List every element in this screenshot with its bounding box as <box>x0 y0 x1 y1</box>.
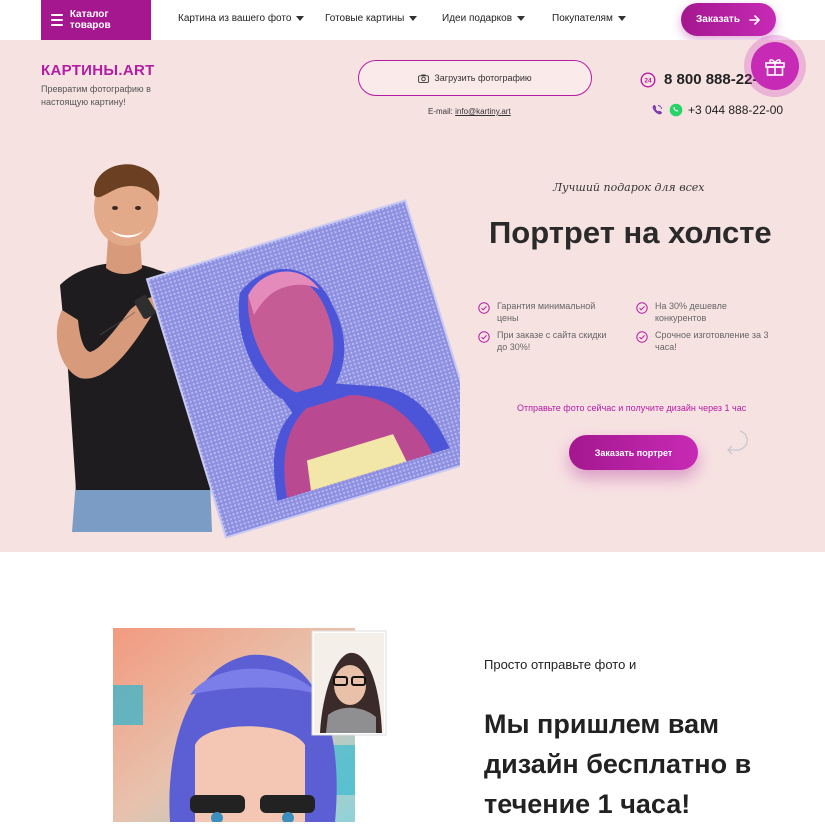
caret-down-icon <box>409 16 418 21</box>
feature-text: При заказе с сайта скидки до 30%! <box>497 330 607 352</box>
order-portrait-button[interactable]: Заказать портрет <box>569 435 698 470</box>
feature-text: Гарантия минимальной цены <box>497 301 596 323</box>
email-row: E-mail: info@kartiny.art <box>428 107 511 116</box>
caret-down-icon <box>517 16 526 21</box>
hero-title: Портрет на холсте <box>489 215 772 250</box>
nav-item-buyers[interactable]: Покупателям <box>552 13 626 24</box>
curved-arrow-icon <box>727 430 748 455</box>
order-label: Заказать <box>696 14 740 25</box>
check-icon <box>636 302 648 314</box>
email-label: E-mail: <box>428 107 453 116</box>
caret-down-icon <box>617 16 626 21</box>
feature-item: Срочное изготовление за 3 часа! <box>636 329 774 353</box>
nav-item-photo-painting[interactable]: Картина из вашего фото <box>178 13 305 24</box>
original-photo-thumbnail <box>311 630 387 736</box>
order-button[interactable]: Заказать <box>681 3 776 36</box>
section-lead: Просто отправьте фото и <box>484 657 637 672</box>
phone-24-icon: 24 <box>640 71 656 88</box>
email-link[interactable]: info@kartiny.art <box>455 107 511 116</box>
hero-subtitle: Лучший подарок для всех <box>553 181 705 194</box>
feature-item: На 30% дешевле конкурентов <box>636 300 774 324</box>
art-preview-image <box>113 628 387 822</box>
check-icon <box>478 331 490 343</box>
section-title: Мы пришлем вам дизайн бесплатно в течени… <box>484 709 752 819</box>
catalog-menu-button[interactable]: Каталог товаров <box>41 0 151 40</box>
check-icon <box>478 302 490 314</box>
gift-button-inner <box>751 42 799 90</box>
badge-24-text: 24 <box>644 77 652 84</box>
feature-item: При заказе с сайта скидки до 30%! <box>478 329 616 353</box>
upload-photo-button[interactable]: Загрузить фотографию <box>358 60 592 96</box>
nav-item-label: Покупателям <box>552 13 613 24</box>
send-photo-note: Отправьте фото сейчас и получите дизайн … <box>517 403 747 413</box>
nav-item-label: Идеи подарков <box>442 13 513 24</box>
nav-item-ready-paintings[interactable]: Готовые картины <box>325 13 418 24</box>
site-logo[interactable]: КАРТИНЫ.ART <box>41 62 155 79</box>
hero-illustration <box>56 164 460 539</box>
feature-text: На 30% дешевле конкурентов <box>655 301 727 323</box>
gift-button[interactable] <box>744 35 806 97</box>
gift-icon <box>765 59 785 76</box>
camera-icon <box>418 74 430 83</box>
nav-item-label: Картина из вашего фото <box>178 13 292 24</box>
check-icon <box>636 331 648 343</box>
arrow-right-icon <box>749 14 760 25</box>
catalog-label: Каталог товаров <box>69 9 111 31</box>
tagline: Превратим фотографию в настоящую картину… <box>41 84 151 107</box>
feature-item: Гарантия минимальной цены <box>478 300 616 324</box>
upload-label: Загрузить фотографию <box>434 73 532 83</box>
feature-text: Срочное изготовление за 3 часа! <box>655 330 769 352</box>
phone-alt-row: +3 044 888-22-00 <box>650 103 783 117</box>
caret-down-icon <box>296 16 305 21</box>
viber-icon[interactable] <box>650 103 664 117</box>
whatsapp-icon[interactable] <box>669 103 683 117</box>
menu-icon <box>51 14 63 26</box>
phone-alt[interactable]: +3 044 888-22-00 <box>688 103 783 117</box>
nav-item-label: Готовые картины <box>325 13 405 24</box>
nav-item-gift-ideas[interactable]: Идеи подарков <box>442 13 526 24</box>
